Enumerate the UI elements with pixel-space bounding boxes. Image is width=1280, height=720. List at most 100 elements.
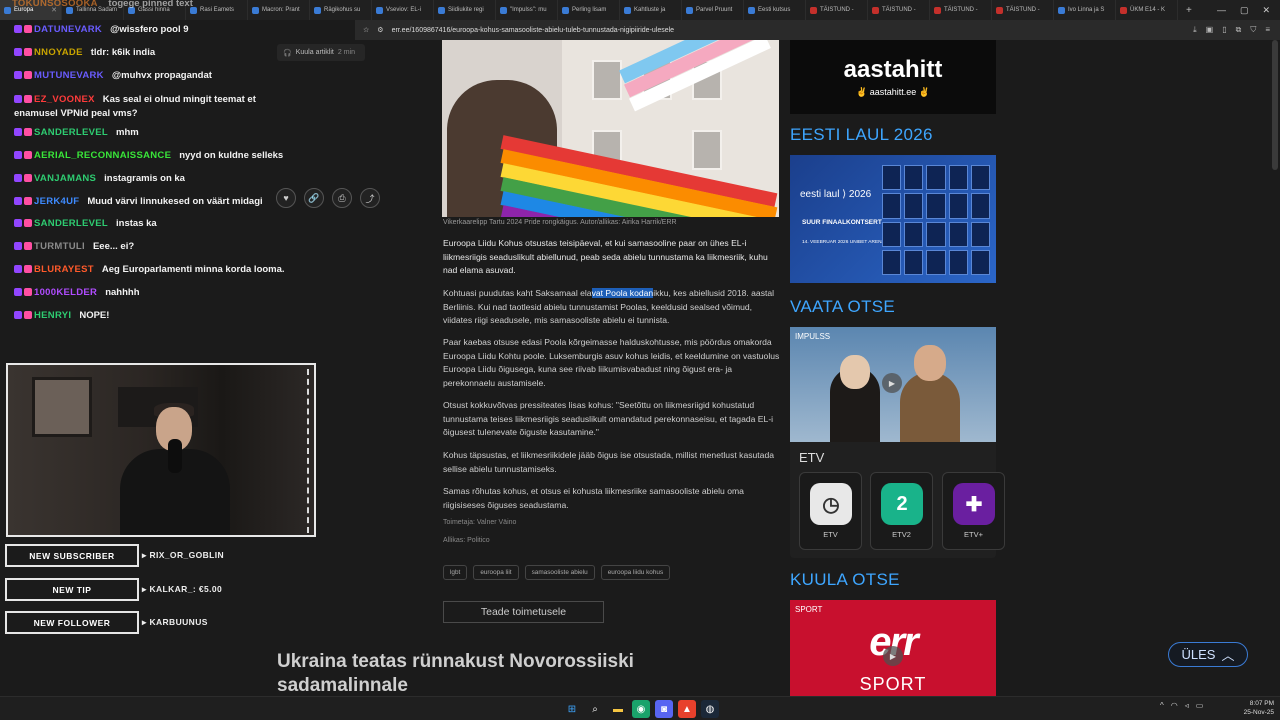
article-paragraph: Otsust kokkuvõtvas pressiteates lisas ko… [443,400,774,438]
chat-username[interactable]: DATUNEVARK [34,24,102,35]
link-icon[interactable]: 🔗 [304,188,324,208]
browser-tab[interactable]: ÜKM E14 - K [1116,0,1178,20]
browser-tab[interactable]: Eesti kutsus [744,0,806,20]
play-icon[interactable]: ▶ [882,373,902,393]
chevron-up-icon[interactable]: ^ [1160,701,1164,710]
err-sport-banner[interactable]: SPORT err SPORT ▶ [790,600,996,696]
browser-tab[interactable]: Rasi Eamets [186,0,248,20]
brave-icon[interactable]: ▲ [678,700,696,718]
chat-username[interactable]: EZ_VOONEX [34,94,95,105]
url-text[interactable]: err.ee/1609867416/euroopa-kohus-samasool… [392,27,675,34]
tab-label: Perling lisam [572,7,607,13]
file-explorer-icon[interactable]: ▬ [609,700,627,718]
chat-message: SANDERLEVEL instas ka [14,218,157,229]
browser-tab[interactable]: Perling lisam [558,0,620,20]
new-tab-icon[interactable]: + [1186,5,1192,16]
badge-icon [24,288,32,296]
article-tag[interactable]: euroopa liidu kohus [600,565,671,580]
chat-username[interactable]: TURMTULI [34,241,85,252]
article-tag[interactable]: euroopa liit [473,565,519,580]
channel-etv2[interactable]: 2 ETV2 [870,472,933,550]
chat-message: BLURAYEST Aeg Europarlamenti minna korda … [14,264,285,275]
channel-etv[interactable]: ◷ ETV [799,472,862,550]
etv-label: ETV [799,450,825,465]
listen-article-button[interactable]: 🎧 Kuula artiklit 2 min [277,44,365,61]
chat-username[interactable]: AERIAL_RECONNAISSANCE [34,150,171,161]
start-icon[interactable]: ⊞ [563,700,581,718]
print-icon[interactable]: ⎙ [332,188,352,208]
network-icon[interactable]: ◠ [1171,701,1178,710]
browser-tab[interactable]: Macron: Prant [248,0,310,20]
scroll-to-top-button[interactable]: ÜLES ︿ [1168,642,1248,667]
discord-icon[interactable]: ◙ [655,700,673,718]
browser-tab[interactable]: "Impulss": mu [496,0,558,20]
share-icon[interactable]: ⤴ [360,188,380,208]
shield-icon[interactable]: ⛉ [1250,25,1256,35]
favicon-icon [438,6,445,14]
chat-message: SANDERLEVEL mhm [14,127,139,138]
menu-icon[interactable]: ≡ [1265,25,1270,35]
volume-icon[interactable]: ◃ [1185,701,1189,710]
favicon-icon [748,6,755,14]
screenshot-icon[interactable]: ▣ [1206,25,1214,35]
eesti-laul-banner[interactable]: eesti laul ⟩ 2026 SUUR FINAALKONTSERT 14… [790,155,996,283]
send-feedback-button[interactable]: Teade toimetusele [443,601,604,623]
battery-icon[interactable]: ▭ [1196,701,1204,710]
chat-username[interactable]: BLURAYEST [34,264,94,275]
address-bar[interactable]: ☆ ⚙ err.ee/1609867416/euroopa-kohus-sama… [355,20,1280,40]
chat-username[interactable]: HENRYI [34,310,71,321]
bookmark-icon[interactable]: ☆ [363,26,369,34]
chat-message: AERIAL_RECONNAISSANCE nyyd on kuldne sell… [14,150,283,161]
browser-tab[interactable]: Parvel Pruunt [682,0,744,20]
chat-username[interactable]: NNOYADE [34,47,83,58]
vaata-otse-heading[interactable]: VAATA OTSE [790,297,895,317]
chat-username[interactable]: SANDERLEVEL [34,218,108,229]
close-icon[interactable]: ✕ [1262,5,1270,16]
clock[interactable]: 8:07 PM 25-Nov-25 [1238,699,1274,717]
browser-tab[interactable]: TÄISTUND - [930,0,992,20]
impulss-live-thumbnail[interactable]: IMPULSS ▶ [790,327,996,442]
badge-icon [24,219,32,227]
chat-username[interactable]: 1000KELDER [34,287,97,298]
tab-label: Rägikohus su [324,7,361,13]
kuula-otse-heading[interactable]: KUULA OTSE [790,570,900,590]
article-tag[interactable]: samasooliste abielu [524,565,595,580]
app-icon[interactable]: ◉ [632,700,650,718]
browser-tab[interactable]: Kahtluste ja [620,0,682,20]
page-scrollbar[interactable] [1272,40,1278,170]
chat-username[interactable]: SANDERLEVEL [34,127,108,138]
browser-tab[interactable]: Ivo Linna ja S [1054,0,1116,20]
extensions-icon[interactable]: ⧉ [1236,25,1242,35]
minimize-icon[interactable]: — [1217,5,1226,16]
chat-username[interactable]: JERK4UF [34,196,79,207]
browser-tab[interactable]: Siidiukite regi [434,0,496,20]
channel-etv-plus[interactable]: ✚ ETV+ [942,472,1005,550]
steam-icon[interactable]: ◍ [701,700,719,718]
article-tag[interactable]: lgbt [443,565,468,580]
webcam-window [32,377,92,437]
badge-icon [24,311,32,319]
browser-tab[interactable]: Vseviov: EL-i [372,0,434,20]
eesti-laul-heading[interactable]: EESTI LAUL 2026 [790,125,933,145]
paragraph-text: Kohtuasi puudutas kaht Saksamaal ela [443,288,592,298]
like-icon[interactable]: ♥ [276,188,296,208]
browser-tab[interactable]: TÄISTUND - [992,0,1054,20]
sidebar-icon[interactable]: ▯ [1222,25,1226,35]
next-article-headline[interactable]: Ukraina teatas rünnakust Novorossiiski s… [277,650,707,698]
chat-username[interactable]: VANJAMANS [34,173,96,184]
aastahitt-banner[interactable]: aastahitt ✌ aastahitt.ee ✌ [790,40,996,114]
chat-message: MUTUNEVARK @muhvx propagandat [14,70,212,81]
chevron-up-icon: ︿ [1221,648,1235,663]
search-icon[interactable]: ⌕ [586,700,604,718]
chat-text: nahhhh [105,287,140,298]
chat-username[interactable]: MUTUNEVARK [34,70,104,81]
maximize-icon[interactable]: ▢ [1240,5,1249,16]
play-icon[interactable]: ▶ [883,646,903,666]
download-icon[interactable]: ⤓ [1193,25,1197,35]
site-info-icon[interactable]: ⚙ [377,26,383,34]
browser-tab[interactable]: Rägikohus su [310,0,372,20]
sub-badge-icon [14,288,22,296]
screen: Europa ✕ Tallinna Sadam Gassi hinna Rasi Eam… [0,0,1280,720]
browser-tab[interactable]: TÄISTUND - [806,0,868,20]
browser-tab[interactable]: TÄISTUND - [868,0,930,20]
